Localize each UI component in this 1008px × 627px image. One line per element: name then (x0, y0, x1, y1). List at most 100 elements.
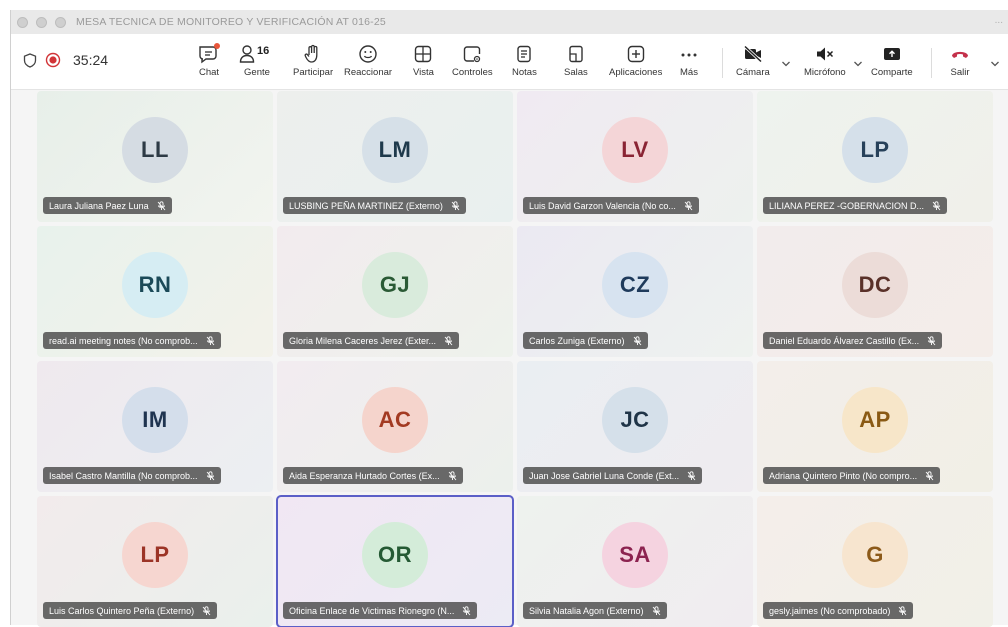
participant-name-tag: Daniel Eduardo Álvarez Castillo (Ex... (763, 332, 943, 349)
participant-tile[interactable]: RN read.ai meeting notes (No comprob... (37, 226, 273, 357)
controls-label: Controles (452, 67, 493, 78)
mic-muted-icon (202, 605, 211, 616)
title-more-icon[interactable]: ... (995, 15, 1003, 26)
breakout-rooms-icon (569, 45, 583, 63)
avatar: AC (362, 386, 428, 453)
react-label: Reaccionar (344, 67, 393, 78)
grid-view-icon (415, 45, 432, 63)
mic-muted-icon (444, 335, 453, 346)
participant-tile[interactable]: SA Silvia Natalia Agon (Externo) (517, 496, 753, 627)
avatar: OR (362, 521, 428, 588)
participant-tile[interactable]: CZ Carlos Zuniga (Externo) (517, 226, 753, 357)
mic-muted-icon (157, 200, 166, 211)
mic-muted-icon (684, 200, 693, 211)
camera-label: Cámara (736, 67, 770, 78)
meeting-status: 35:24 (23, 52, 108, 68)
avatar: LP (842, 116, 908, 183)
more-label: Más (680, 67, 698, 78)
participant-tile[interactable]: IM Isabel Castro Mantilla (No comprob... (37, 361, 273, 492)
avatar: SA (602, 521, 668, 588)
participant-name: Isabel Castro Mantilla (No comprob... (49, 470, 198, 481)
controls-icon (464, 46, 481, 63)
title-bar: MESA TECNICA DE MONITOREO Y VERIFICACIÓN… (11, 10, 1008, 34)
participant-tile[interactable]: LM LUSBING PEÑA MARTINEZ (Externo) (277, 91, 513, 222)
participant-name: Juan Jose Gabriel Luna Conde (Ext... (529, 470, 680, 481)
participant-tile[interactable]: LP LILIANA PEREZ -GOBERNACION D... (757, 91, 993, 222)
close-window-button[interactable] (17, 16, 28, 28)
react-button[interactable]: Reaccionar (344, 44, 392, 78)
shield-icon[interactable] (23, 52, 37, 68)
participant-name: Aida Esperanza Hurtado Cortes (Ex... (289, 470, 440, 481)
participant-tile[interactable]: LL Laura Juliana Paez Luna (37, 91, 273, 222)
meeting-timer: 35:24 (73, 52, 109, 68)
camera-options-chevron-icon[interactable] (781, 60, 791, 68)
avatar: JC (602, 386, 668, 453)
emoji-icon (359, 45, 377, 63)
toolbar-divider (931, 48, 932, 78)
avatar: DC (842, 251, 908, 318)
avatar: GJ (362, 251, 428, 318)
people-label: Gente (244, 67, 270, 78)
notes-icon (517, 45, 532, 63)
notes-button[interactable]: Notas (512, 44, 537, 78)
participant-tile[interactable]: LV Luis David Garzon Valencia (No co... (517, 91, 753, 222)
chat-label: Chat (198, 67, 220, 78)
participant-name-tag: Silvia Natalia Agon (Externo) (523, 602, 667, 619)
mic-muted-icon (925, 470, 934, 481)
participant-tile[interactable]: AC Aida Esperanza Hurtado Cortes (Ex... (277, 361, 513, 492)
participant-name-tag: LUSBING PEÑA MARTINEZ (Externo) (283, 197, 466, 214)
participant-tile[interactable]: OR Oficina Enlace de Victimas Rionegro (N… (276, 495, 514, 627)
leave-options-chevron-icon[interactable] (990, 60, 1000, 68)
share-screen-icon (883, 48, 900, 60)
participant-name: Gloria Milena Caceres Jerez (Exter... (289, 335, 437, 346)
view-button[interactable]: Vista (413, 44, 434, 78)
microphone-button[interactable]: Micrófono (804, 44, 846, 78)
raise-hand-icon (304, 44, 318, 63)
participant-tile[interactable]: Ggesly.jaimes (No comprobado) (757, 496, 993, 627)
participant-name: LUSBING PEÑA MARTINEZ (Externo) (289, 200, 443, 211)
participant-tile[interactable]: LP Luis Carlos Quintero Peña (Externo) (37, 496, 273, 627)
microphone-label: Micrófono (804, 67, 846, 78)
camera-button[interactable]: Cámara (736, 44, 770, 78)
participant-grid: LL Laura Juliana Paez Luna LM LUSBING PEÑA … (37, 91, 999, 627)
participant-name-tag: Carlos Zuniga (Externo) (523, 332, 648, 349)
mic-muted-icon (206, 335, 215, 346)
notes-label: Notas (512, 67, 537, 78)
participant-name-tag: Adriana Quintero Pinto (No compro... (763, 467, 941, 484)
participant-name: LILIANA PEREZ -GOBERNACION D... (769, 200, 925, 211)
apps-button[interactable]: Aplicaciones (609, 44, 662, 78)
participant-tile[interactable]: GJ Gloria Milena Caceres Jerez (Exter... (277, 226, 513, 357)
people-icon (239, 45, 255, 63)
more-button[interactable]: Más (679, 44, 699, 78)
leave-button[interactable]: Salir (949, 44, 971, 78)
participant-tile[interactable]: AP Adriana Quintero Pinto (No compro... (757, 361, 993, 492)
raise-hand-button[interactable]: Participar (293, 44, 333, 78)
controls-button[interactable]: Controles (452, 44, 493, 78)
mic-muted-icon (462, 605, 471, 616)
avatar: IM (122, 386, 188, 453)
participant-name: Luis Carlos Quintero Peña (Externo) (49, 605, 195, 616)
mic-muted-icon (652, 605, 661, 616)
meeting-toolbar: 35:24 Chat 16 Gente Participar Reacciona… (11, 34, 1008, 90)
participant-name: Carlos Zuniga (Externo) (529, 335, 625, 346)
share-button[interactable]: Comparte (871, 44, 913, 78)
people-button[interactable]: 16 Gente (239, 44, 275, 78)
avatar: CZ (602, 251, 668, 318)
participant-name: Laura Juliana Paez Luna (49, 200, 149, 211)
zoom-window-button[interactable] (55, 16, 66, 28)
minimize-window-button[interactable] (36, 16, 47, 28)
avatar: AP (842, 386, 908, 453)
avatar: LP (122, 521, 188, 588)
participant-name: gesly.jaimes (No comprobado) (769, 605, 891, 616)
window-title: MESA TECNICA DE MONITOREO Y VERIFICACIÓN… (76, 16, 386, 28)
rooms-button[interactable]: Salas (564, 44, 588, 78)
participant-tile[interactable]: DC Daniel Eduardo Álvarez Castillo (Ex... (757, 226, 993, 357)
participant-name-tag: Isabel Castro Mantilla (No comprob... (43, 467, 221, 484)
avatar: LV (602, 116, 668, 183)
toolbar-divider (722, 48, 723, 78)
mic-muted-icon (927, 335, 936, 346)
participant-tile[interactable]: JC Juan Jose Gabriel Luna Conde (Ext... (517, 361, 753, 492)
microphone-options-chevron-icon[interactable] (853, 60, 863, 68)
participant-name-tag: read.ai meeting notes (No comprob... (43, 332, 221, 349)
chat-button[interactable]: Chat (198, 43, 220, 78)
